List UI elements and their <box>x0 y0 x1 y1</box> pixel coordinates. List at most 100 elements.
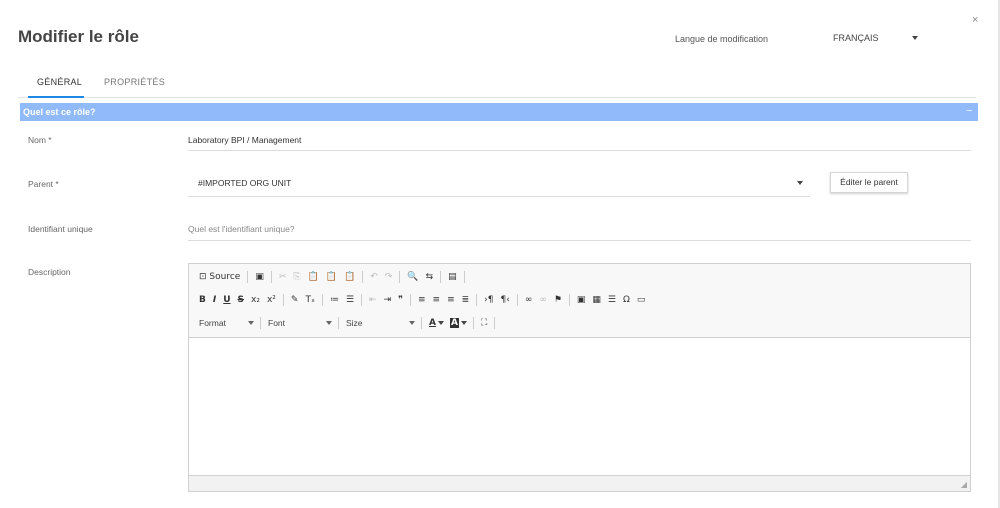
toolbar-separator <box>321 294 323 306</box>
size-combo[interactable]: Size <box>346 316 415 330</box>
ltr-icon[interactable]: ›¶ <box>484 293 493 307</box>
language-select[interactable]: FRANÇAIS <box>833 30 943 48</box>
underline-icon[interactable]: U <box>223 293 230 307</box>
chevron-down-icon[interactable] <box>797 181 803 185</box>
save-icon[interactable]: ▣ <box>255 270 264 284</box>
chevron-down-icon[interactable] <box>460 321 467 325</box>
collapse-icon[interactable]: – <box>966 105 972 116</box>
replace-icon[interactable]: ⇆ <box>426 270 434 284</box>
copy-icon[interactable]: ⎘ <box>293 270 300 284</box>
maximize-icon[interactable]: ⛶ <box>481 316 487 330</box>
find-icon[interactable]: 🔍 <box>407 270 418 284</box>
chevron-down-icon[interactable] <box>437 321 444 325</box>
paste-text-icon[interactable]: 📋 <box>326 270 337 284</box>
paste-word-icon[interactable]: 📋 <box>344 270 355 284</box>
dialog-title: Modifier le rôle <box>18 27 139 46</box>
align-justify-icon[interactable]: ≣ <box>462 293 470 307</box>
bold-icon[interactable]: B <box>199 293 206 307</box>
unlink-icon[interactable]: ∞ <box>539 293 547 307</box>
toolbar-separator <box>516 294 518 306</box>
align-right-icon[interactable]: ≡ <box>447 293 455 307</box>
link-icon[interactable]: ∞ <box>525 293 533 307</box>
font-combo[interactable]: Font <box>268 316 332 330</box>
strike-icon[interactable]: S <box>238 293 244 307</box>
editor-content-area[interactable] <box>189 339 970 475</box>
toolbar-separator <box>282 294 284 306</box>
name-field[interactable]: Laboratory BPI / Management <box>188 135 301 145</box>
unique-id-input[interactable]: Quel est l'identifiant unique? <box>188 224 295 234</box>
section-title: Quel est ce rôle? <box>23 107 96 117</box>
toolbar-separator <box>421 317 422 329</box>
chevron-down-icon <box>326 321 332 325</box>
toolbar-separator <box>361 294 363 306</box>
parent-label: Parent * <box>28 179 59 189</box>
unique-id-underline <box>188 240 971 241</box>
tab-general[interactable]: GÉNÉRAL <box>37 77 82 87</box>
resize-handle-icon[interactable]: ◢ <box>961 480 967 489</box>
tab-properties[interactable]: PROPRIÉTÉS <box>104 77 165 87</box>
toolbar-row-1: ⊡ Source ▣ ✂ ⎘ 📋 📋 📋 ↶ ↷ 🔍 ⇆ ▤ <box>199 269 472 285</box>
cut-icon[interactable]: ✂ <box>279 270 287 284</box>
section-header[interactable]: Quel est ce rôle? – <box>20 103 978 121</box>
table-icon[interactable]: ▦ <box>592 293 601 307</box>
paste-icon[interactable]: 📋 <box>308 270 319 284</box>
editor-toolbar: ⊡ Source ▣ ✂ ⎘ 📋 📋 📋 ↶ ↷ 🔍 ⇆ ▤ B I U Sx₂ x² ✎ Tₓ ≔ ☰ ⇤ ⇥ ❞ ≡ ≡ ≡ ≣… <box>189 264 970 338</box>
chevron-down-icon <box>409 321 415 325</box>
align-left-icon[interactable]: ≡ <box>418 293 426 307</box>
undo-icon[interactable]: ↶ <box>370 270 378 284</box>
parent-select[interactable]: #IMPORTED ORG UNIT <box>198 178 291 188</box>
text-color-icon[interactable]: A <box>429 316 436 330</box>
anchor-icon[interactable]: ⚑ <box>554 293 562 307</box>
special-char-icon[interactable]: Ω <box>623 293 630 307</box>
tab-bar: GÉNÉRAL PROPRIÉTÉS <box>18 68 976 98</box>
numbered-list-icon[interactable]: ≔ <box>330 293 339 307</box>
format-combo-label: Format <box>199 318 226 328</box>
indent-icon[interactable]: ⇥ <box>384 293 392 307</box>
toolbar-separator <box>247 271 249 283</box>
rich-text-editor: ⊡ Source ▣ ✂ ⎘ 📋 📋 📋 ↶ ↷ 🔍 ⇆ ▤ B I U Sx₂ x² ✎ Tₓ ≔ ☰ ⇤ ⇥ ❞ ≡ ≡ ≡ ≣… <box>188 263 971 492</box>
source-icon[interactable]: ⊡ Source <box>199 270 240 284</box>
edit-parent-button[interactable]: Éditer le parent <box>830 172 908 193</box>
copy-format-icon[interactable]: ✎ <box>291 293 299 307</box>
remove-format-icon[interactable]: Tₓ <box>305 293 315 307</box>
name-field-underline <box>188 150 971 151</box>
image-icon[interactable]: ▣ <box>577 293 586 307</box>
rtl-icon[interactable]: ¶‹ <box>500 293 509 307</box>
blockquote-icon[interactable]: ❞ <box>398 293 403 307</box>
italic-icon[interactable]: I <box>213 293 216 307</box>
background-color-icon[interactable]: A <box>449 318 459 328</box>
parent-select-underline <box>188 196 810 197</box>
subscript-icon[interactable]: x₂ <box>251 293 260 307</box>
editor-statusbar: ◢ <box>189 475 970 491</box>
toolbar-row-2: B I U Sx₂ x² ✎ Tₓ ≔ ☰ ⇤ ⇥ ❞ ≡ ≡ ≡ ≣ ›¶ ¶‹ ∞ ∞ ⚑ ▣ ▦ ☰ Ω ▭ <box>199 292 652 308</box>
toolbar-separator <box>362 271 364 283</box>
redo-icon[interactable]: ↷ <box>385 270 393 284</box>
language-select-value: FRANÇAIS <box>833 33 879 43</box>
language-label: Langue de modification <box>675 34 769 44</box>
bulleted-list-icon[interactable]: ☰ <box>346 293 354 307</box>
align-center-icon[interactable]: ≡ <box>433 293 441 307</box>
outdent-icon[interactable]: ⇤ <box>369 293 377 307</box>
select-all-icon[interactable]: ▤ <box>448 270 457 284</box>
toolbar-separator <box>463 271 465 283</box>
toolbar-separator <box>399 271 401 283</box>
toolbar-separator <box>260 317 261 329</box>
chevron-down-icon <box>912 36 918 40</box>
font-combo-label: Font <box>268 318 286 328</box>
name-label: Nom * <box>28 135 52 145</box>
toolbar-separator <box>270 271 272 283</box>
toolbar-separator <box>494 317 496 329</box>
horizontal-line-icon[interactable]: ☰ <box>608 293 616 307</box>
unique-id-label: Identifiant unique <box>28 224 93 234</box>
toolbar-separator <box>409 294 411 306</box>
iframe-icon[interactable]: ▭ <box>637 293 646 307</box>
toolbar-separator <box>338 317 339 329</box>
toolbar-separator <box>440 271 442 283</box>
toolbar-separator <box>476 294 478 306</box>
chevron-down-icon <box>248 321 254 325</box>
format-combo[interactable]: Format <box>199 316 254 330</box>
toolbar-separator <box>472 317 474 329</box>
close-icon[interactable]: × <box>972 14 978 26</box>
toolbar-row-3: Format Font Size A A ⛶ <box>199 315 502 331</box>
superscript-icon[interactable]: x² <box>267 293 276 307</box>
